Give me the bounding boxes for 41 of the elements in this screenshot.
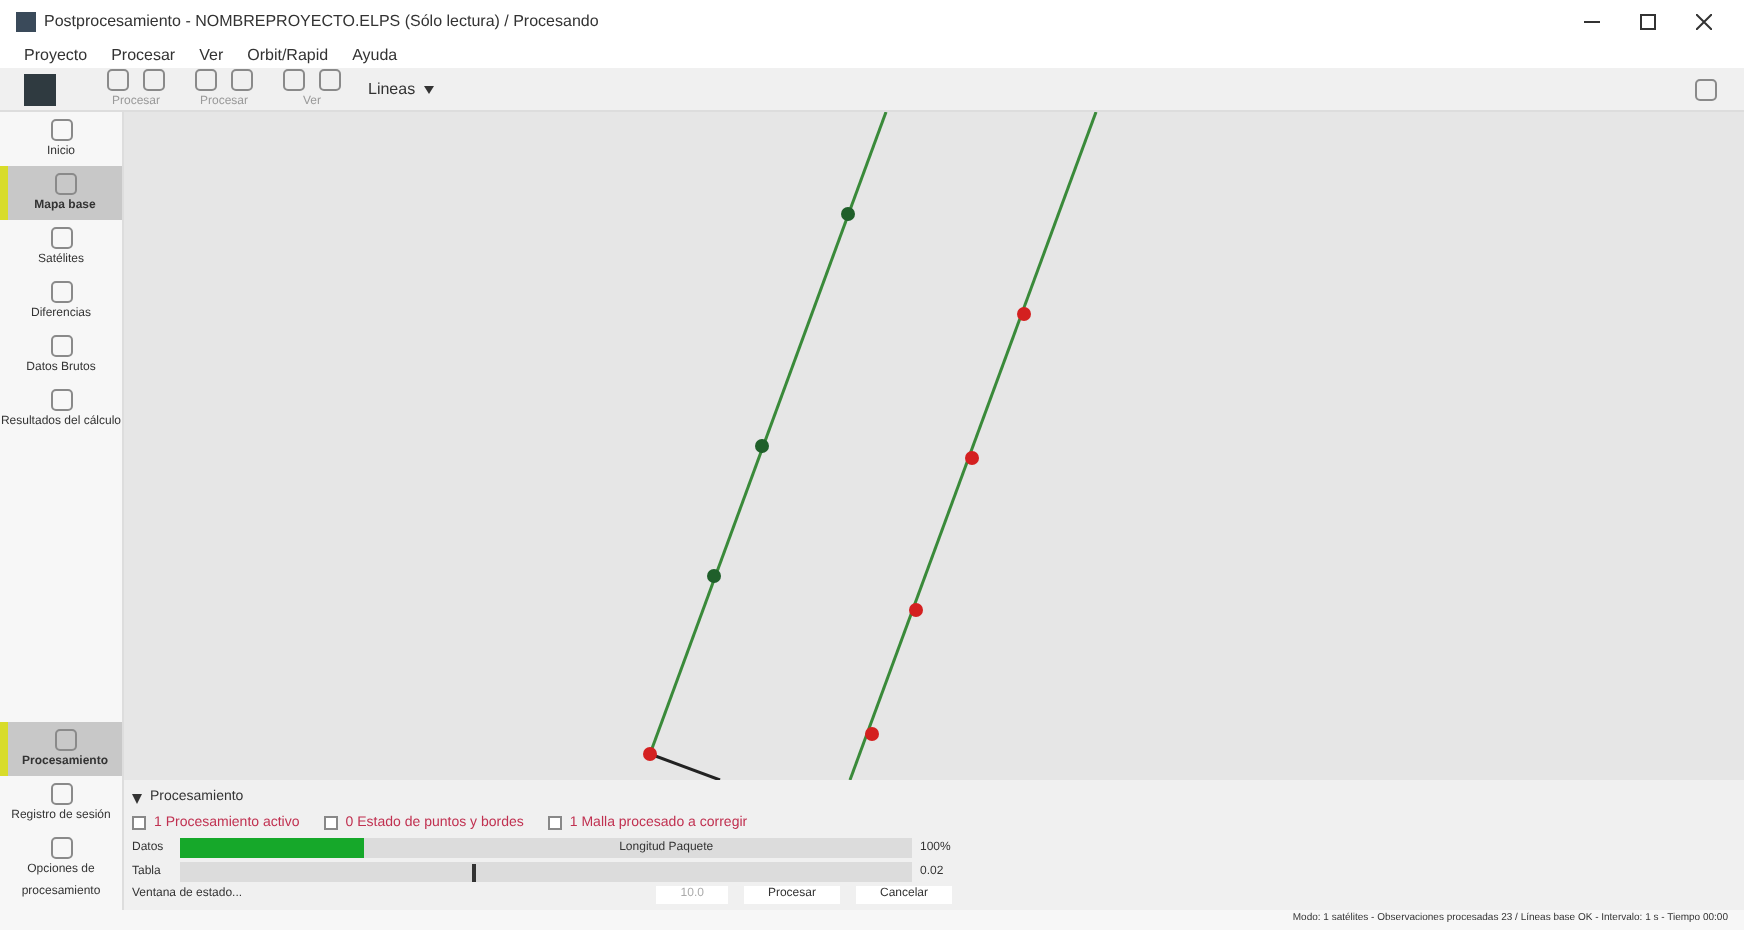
point-marker[interactable] — [1017, 307, 1031, 321]
window-title: Postprocesamiento - NOMBREPROYECTO.ELPS (Sólo lectura) / Procesando — [44, 10, 599, 34]
point-marker[interactable] — [965, 451, 979, 465]
nav-icon — [47, 780, 75, 808]
checkbox[interactable] — [323, 816, 338, 831]
app-logo-icon — [24, 73, 56, 105]
tool-icon — [104, 66, 132, 94]
menu-item[interactable]: Ayuda — [352, 44, 398, 68]
slider-thumb[interactable] — [472, 863, 477, 881]
tool-icon — [140, 66, 168, 94]
checkbox[interactable] — [547, 816, 562, 831]
point-marker[interactable] — [643, 747, 657, 761]
menu-item[interactable]: Procesar — [111, 44, 176, 68]
point-marker[interactable] — [755, 439, 769, 453]
tool-icon — [316, 66, 344, 94]
nav-icon — [47, 332, 75, 360]
menu-item[interactable]: Proyecto — [24, 44, 88, 68]
app-icon — [16, 12, 36, 32]
maximize-button[interactable] — [1640, 14, 1656, 30]
nav-icon — [47, 386, 75, 414]
point-marker[interactable] — [865, 727, 879, 741]
nav-icon — [47, 116, 75, 144]
point-marker[interactable] — [909, 603, 923, 617]
slider-track[interactable] — [180, 862, 912, 882]
checkbox[interactable] — [132, 816, 146, 831]
point-marker[interactable] — [841, 207, 855, 221]
expand-icon[interactable] — [132, 793, 142, 804]
nav-icon — [47, 278, 75, 306]
nav-icon — [51, 170, 79, 198]
menu-item[interactable]: Orbit/Rapid — [247, 44, 329, 68]
close-button[interactable] — [1696, 14, 1712, 30]
nav-icon — [47, 834, 75, 862]
caret-icon — [423, 85, 434, 93]
tool-icon — [280, 66, 308, 94]
lines-dropdown[interactable]: Lineas — [368, 77, 434, 101]
nav-icon — [51, 726, 79, 754]
nav-icon — [47, 224, 75, 252]
point-marker[interactable] — [707, 569, 721, 583]
tool-icon — [228, 66, 256, 94]
tool-icon — [192, 66, 220, 94]
menu-item[interactable]: Ver — [199, 44, 224, 68]
